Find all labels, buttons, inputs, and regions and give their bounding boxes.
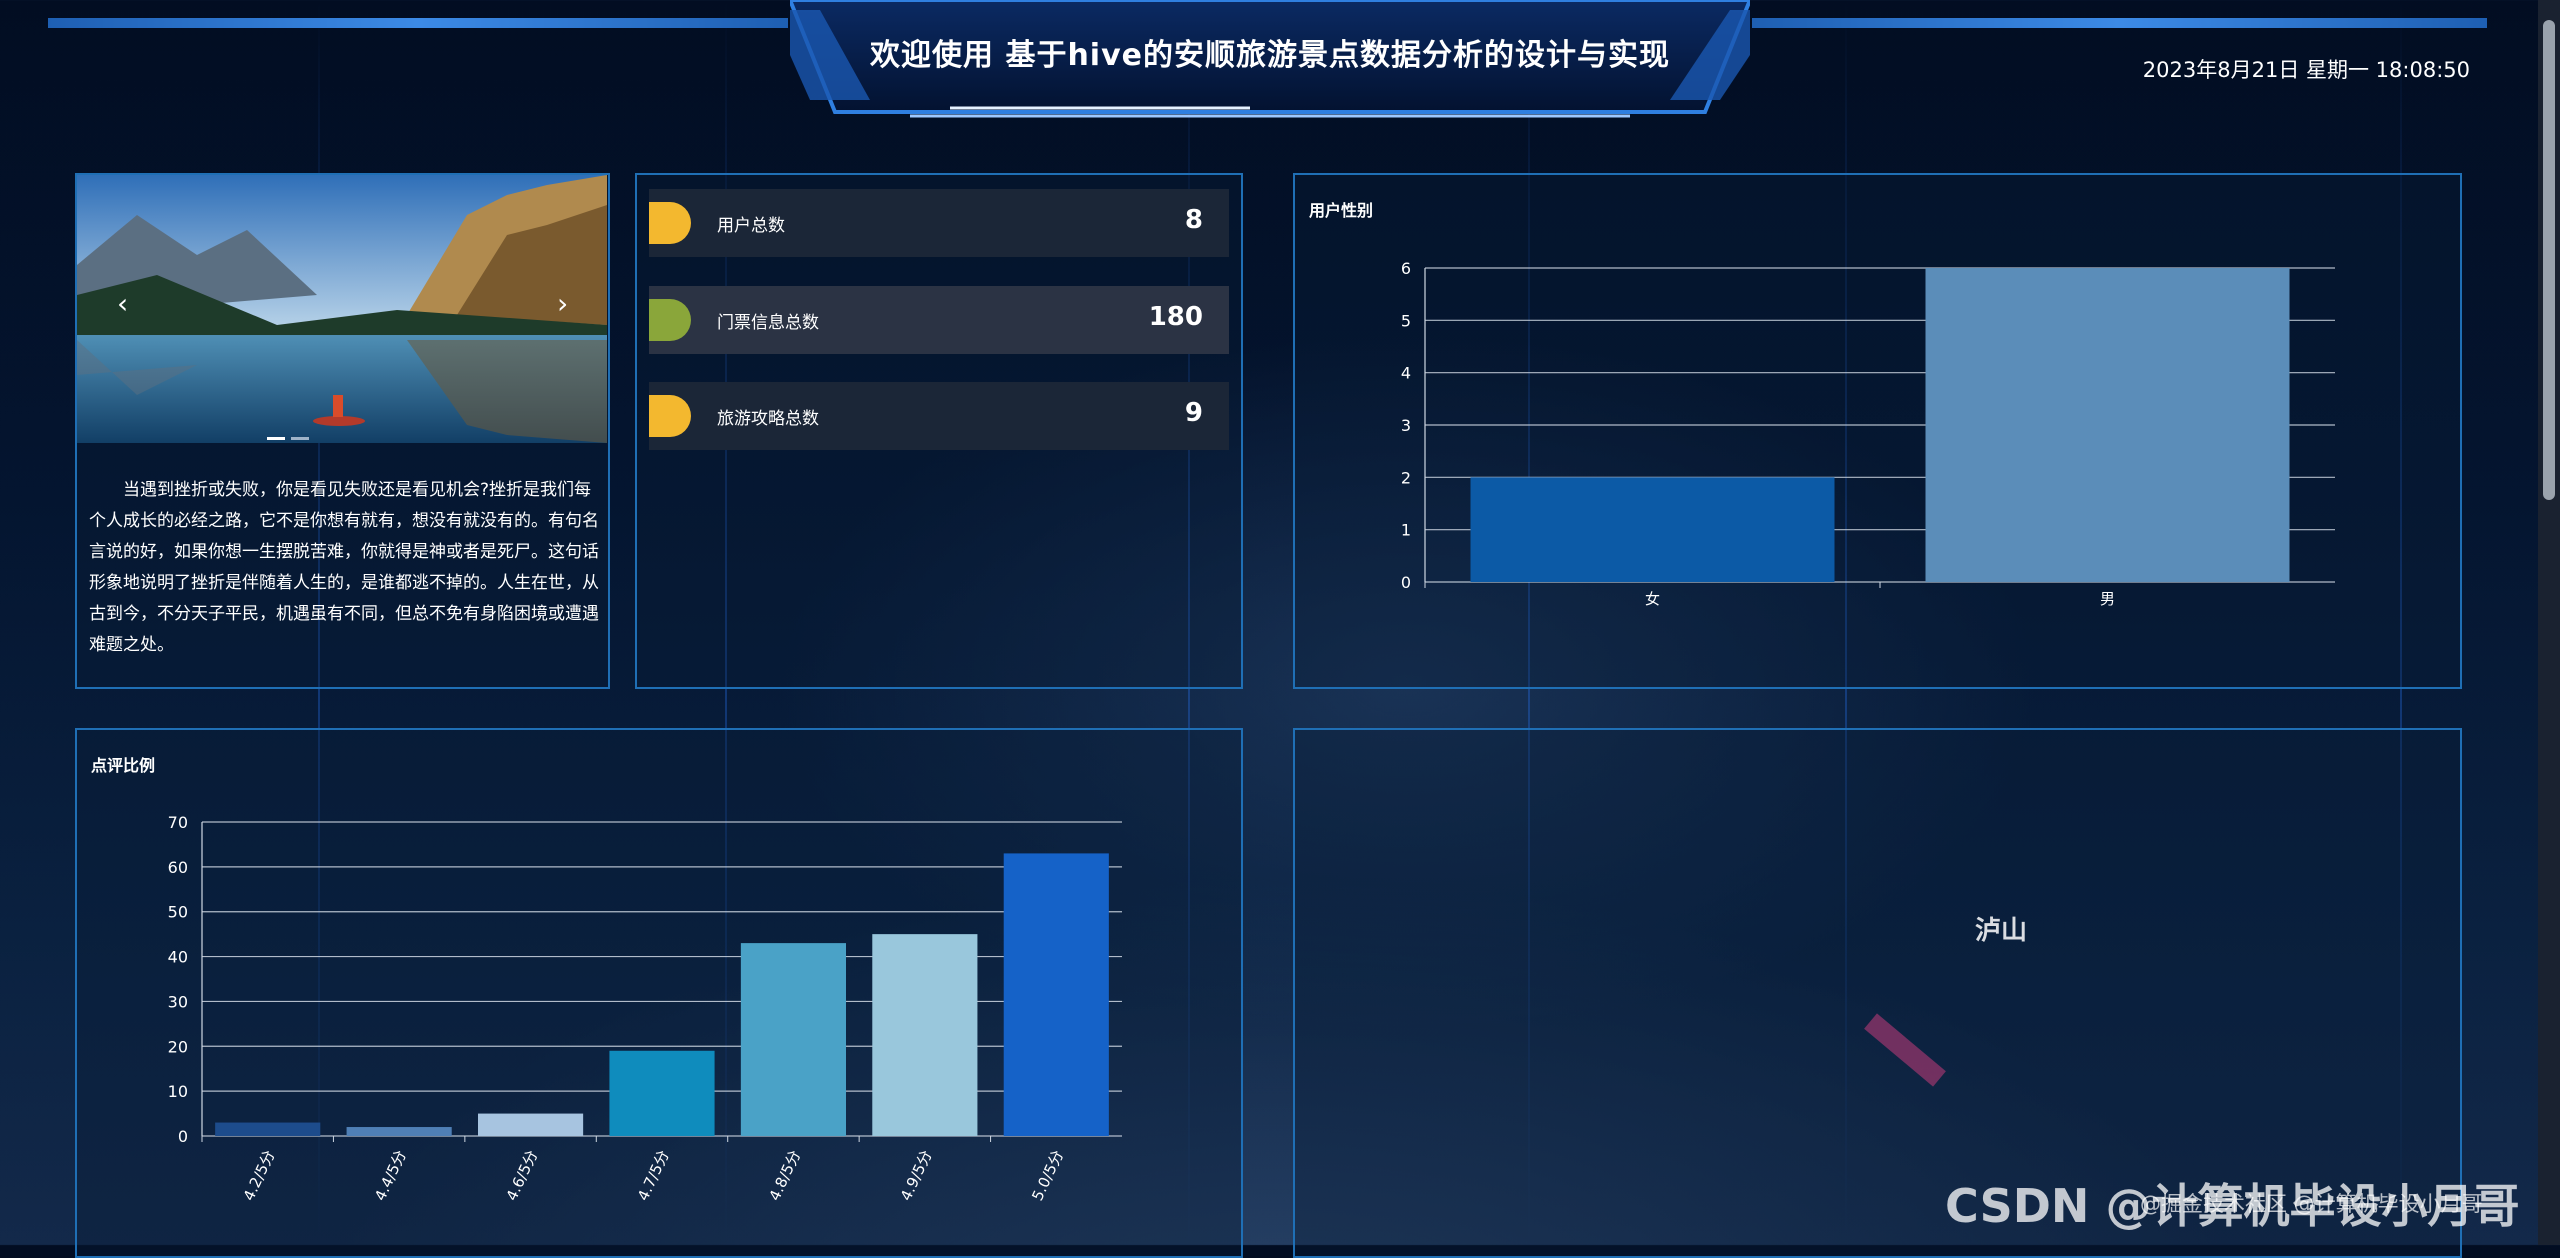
landscape-image bbox=[77, 175, 607, 443]
y-tick-label: 40 bbox=[168, 948, 188, 967]
bar bbox=[872, 934, 978, 1136]
bar bbox=[346, 1127, 452, 1136]
y-tick-label: 70 bbox=[168, 813, 188, 832]
carousel-prev-button[interactable]: ‹ bbox=[117, 287, 128, 320]
stat-value: 8 bbox=[1184, 205, 1203, 235]
x-tick-label: 4.6/5分 bbox=[503, 1147, 542, 1203]
stat-label: 门票信息总数 bbox=[717, 313, 819, 333]
x-tick-label: 4.9/5分 bbox=[897, 1147, 936, 1203]
y-tick-label: 1 bbox=[1401, 521, 1411, 540]
bar bbox=[609, 1050, 715, 1136]
bar bbox=[1470, 477, 1835, 582]
x-tick-label: 4.4/5分 bbox=[371, 1147, 410, 1203]
y-tick-label: 10 bbox=[168, 1082, 188, 1101]
x-tick-label: 4.8/5分 bbox=[765, 1147, 804, 1203]
gender-bar-chart: 0 1 2 3 4 5 6 女 男 bbox=[1401, 259, 2335, 608]
x-tick-label: 4.2/5分 bbox=[240, 1147, 279, 1203]
y-tick-label: 60 bbox=[168, 858, 188, 877]
carousel-next-button[interactable]: › bbox=[557, 287, 568, 320]
stat-ticket-total: 门票信息总数 180 bbox=[649, 286, 1229, 354]
datetime-display: 2023年8月21日 星期一 18:08:50 bbox=[2142, 58, 2470, 82]
x-tick-label: 女 bbox=[1645, 590, 1660, 608]
header-left-line bbox=[48, 18, 788, 28]
stat-label: 用户总数 bbox=[717, 216, 785, 236]
stats-panel: 用户总数 8 门票信息总数 180 旅游攻略总数 9 bbox=[635, 173, 1243, 689]
intro-panel: ‹ › 当遇到挫折或失败，你是看见失败还是看见机会?挫折是我们每个人成长的必经之… bbox=[75, 173, 610, 689]
carousel-image: ‹ › bbox=[77, 175, 607, 443]
bar bbox=[478, 1113, 584, 1136]
stat-guide-total: 旅游攻略总数 9 bbox=[649, 382, 1229, 450]
watermark-secondary: @掘金技术社区 @计算机毕设小月哥 bbox=[2140, 1192, 2483, 1216]
stat-dot-icon bbox=[649, 299, 691, 341]
y-tick-label: 20 bbox=[168, 1037, 188, 1056]
y-tick-label: 3 bbox=[1401, 416, 1411, 435]
stat-dot-icon bbox=[649, 395, 691, 437]
y-tick-label: 5 bbox=[1401, 311, 1411, 330]
bar bbox=[215, 1122, 321, 1136]
wordcloud-word: 泸山 bbox=[1975, 916, 2028, 946]
intro-paragraph: 当遇到挫折或失败，你是看见失败还是看见机会?挫折是我们每个人成长的必经之路，它不… bbox=[89, 480, 599, 655]
stat-user-total: 用户总数 8 bbox=[649, 189, 1229, 257]
stat-value: 9 bbox=[1184, 398, 1203, 428]
y-tick-label: 0 bbox=[178, 1127, 188, 1146]
rating-chart-panel: 点评比例 0 10 20 30 40 50 60 70 4.2/5分 4.4/5分 4.6/5分 4.… bbox=[75, 728, 1243, 1258]
bar bbox=[1925, 268, 2290, 582]
y-tick-label: 6 bbox=[1401, 259, 1411, 278]
scrollbar-track[interactable] bbox=[2538, 0, 2560, 1245]
bar bbox=[740, 943, 846, 1136]
y-tick-label: 50 bbox=[168, 903, 188, 922]
wordcloud-word-blurred bbox=[1864, 1013, 1946, 1087]
scrollbar-thumb[interactable] bbox=[2543, 20, 2555, 500]
x-tick-label: 5.0/5分 bbox=[1028, 1147, 1067, 1203]
stat-dot-icon bbox=[649, 202, 691, 244]
y-tick-label: 30 bbox=[168, 992, 188, 1011]
gender-chart-panel: 用户性别 0123456女男 bbox=[1293, 173, 2462, 689]
x-tick-label: 男 bbox=[2100, 590, 2115, 608]
x-tick-label: 4.7/5分 bbox=[634, 1147, 673, 1203]
stat-value: 180 bbox=[1148, 302, 1203, 332]
header-right-line bbox=[1752, 18, 2487, 28]
stat-label: 旅游攻略总数 bbox=[717, 409, 819, 429]
y-tick-label: 4 bbox=[1401, 364, 1411, 383]
page-title: 欢迎使用 基于hive的安顺旅游景点数据分析的设计与实现 bbox=[870, 38, 1670, 73]
bar bbox=[1003, 853, 1109, 1136]
y-tick-label: 2 bbox=[1401, 468, 1411, 487]
rating-bar-chart: 0 10 20 30 40 50 60 70 4.2/5分 4.4/5分 4.6/5分 4.7/5分 4… bbox=[168, 813, 1122, 1204]
y-tick-label: 0 bbox=[1401, 573, 1411, 592]
